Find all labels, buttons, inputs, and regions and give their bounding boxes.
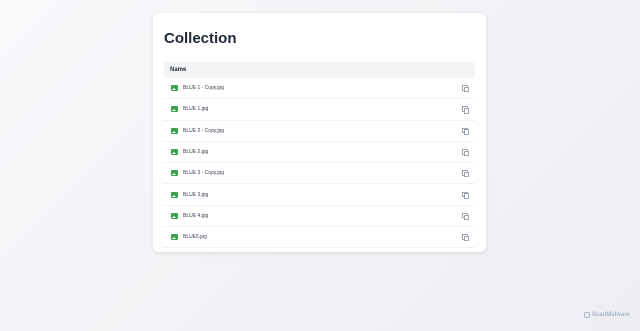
image-file-icon — [171, 106, 178, 113]
table-row[interactable]: BLUE5.jpg — [164, 227, 475, 249]
table-row[interactable]: BLUE 3 - Copy.jpg — [164, 163, 475, 185]
file-name[interactable]: BLUE 3 - Copy.jpg — [183, 170, 462, 176]
column-header-name: Name — [170, 67, 187, 73]
table-row[interactable]: BLUE 1.jpg — [164, 99, 475, 121]
table-row[interactable]: BLUE 3.jpg — [164, 184, 475, 206]
table-row[interactable]: BLUE 2.jpg — [164, 142, 475, 164]
image-file-icon — [171, 212, 178, 219]
table-row[interactable]: BLUE 1 - Copy.jpg — [164, 78, 475, 100]
file-name[interactable]: BLUE 2 - Copy.jpg — [183, 128, 462, 134]
collection-card: Collection Name BLUE 1 - Copy.jpg BLUE 1.… — [153, 13, 486, 252]
file-name[interactable]: BLUE 4.jpg — [183, 213, 462, 219]
table-row[interactable]: BLUE 2 - Copy.jpg — [164, 121, 475, 142]
image-file-icon — [171, 127, 178, 134]
brand-icon — [583, 312, 590, 318]
page-title: Collection — [164, 30, 237, 47]
file-name[interactable]: BLUE5.jpg — [183, 234, 462, 240]
copy-icon[interactable] — [462, 85, 470, 93]
table-body: BLUE 1 - Copy.jpg BLUE 1.jpg BLUE 2 - Copy… — [164, 78, 475, 249]
brand-logo[interactable]: ScanMalware — [583, 312, 630, 318]
image-file-icon — [171, 170, 178, 177]
image-file-icon — [171, 234, 178, 241]
image-file-icon — [171, 191, 178, 198]
table-header: Name — [164, 62, 475, 78]
copy-icon[interactable] — [462, 212, 470, 221]
brand-name: ScanMalware — [591, 312, 630, 318]
copy-icon[interactable] — [462, 127, 470, 135]
copy-icon[interactable] — [462, 170, 470, 178]
copy-icon[interactable] — [462, 191, 470, 199]
copy-icon[interactable] — [462, 234, 470, 242]
file-name[interactable]: BLUE 1 - Copy.jpg — [183, 85, 462, 91]
table-row[interactable]: BLUE 4.jpg — [164, 206, 475, 228]
image-file-icon — [171, 85, 178, 92]
file-name[interactable]: BLUE 2.jpg — [183, 149, 462, 155]
image-file-icon — [171, 149, 178, 156]
file-table: Name BLUE 1 - Copy.jpg BLUE 1.jpg BLUE 2 -… — [164, 62, 475, 249]
file-name[interactable]: BLUE 3.jpg — [183, 192, 462, 198]
file-name[interactable]: BLUE 1.jpg — [183, 106, 462, 112]
copy-icon[interactable] — [462, 106, 470, 114]
copy-icon[interactable] — [462, 149, 470, 157]
